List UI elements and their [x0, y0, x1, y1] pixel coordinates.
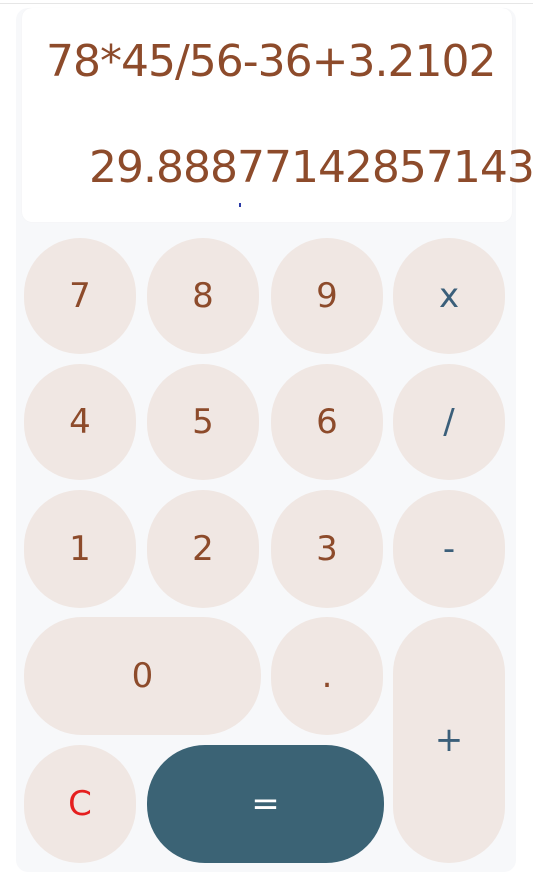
- key-5[interactable]: 5: [147, 364, 259, 480]
- key-3[interactable]: 3: [271, 490, 383, 608]
- key-9[interactable]: 9: [271, 238, 383, 354]
- key-7[interactable]: 7: [24, 238, 136, 354]
- expression-text: 78*45/56-36+3.2102: [46, 36, 496, 87]
- subtract-button[interactable]: -: [393, 490, 505, 608]
- decimal-button[interactable]: .: [271, 617, 383, 735]
- key-1[interactable]: 1: [24, 490, 136, 608]
- key-2[interactable]: 2: [147, 490, 259, 608]
- key-6[interactable]: 6: [271, 364, 383, 480]
- key-4[interactable]: 4: [24, 364, 136, 480]
- clear-button[interactable]: C: [24, 745, 136, 863]
- multiply-button[interactable]: x: [393, 238, 505, 354]
- key-8[interactable]: 8: [147, 238, 259, 354]
- equals-button[interactable]: =: [147, 745, 384, 863]
- top-divider: [0, 3, 533, 4]
- caret-indicator: [239, 203, 241, 207]
- divide-button[interactable]: /: [393, 364, 505, 480]
- result-text: 29.88877142857143: [89, 142, 533, 193]
- key-0[interactable]: 0: [24, 617, 261, 735]
- add-button[interactable]: +: [393, 617, 505, 863]
